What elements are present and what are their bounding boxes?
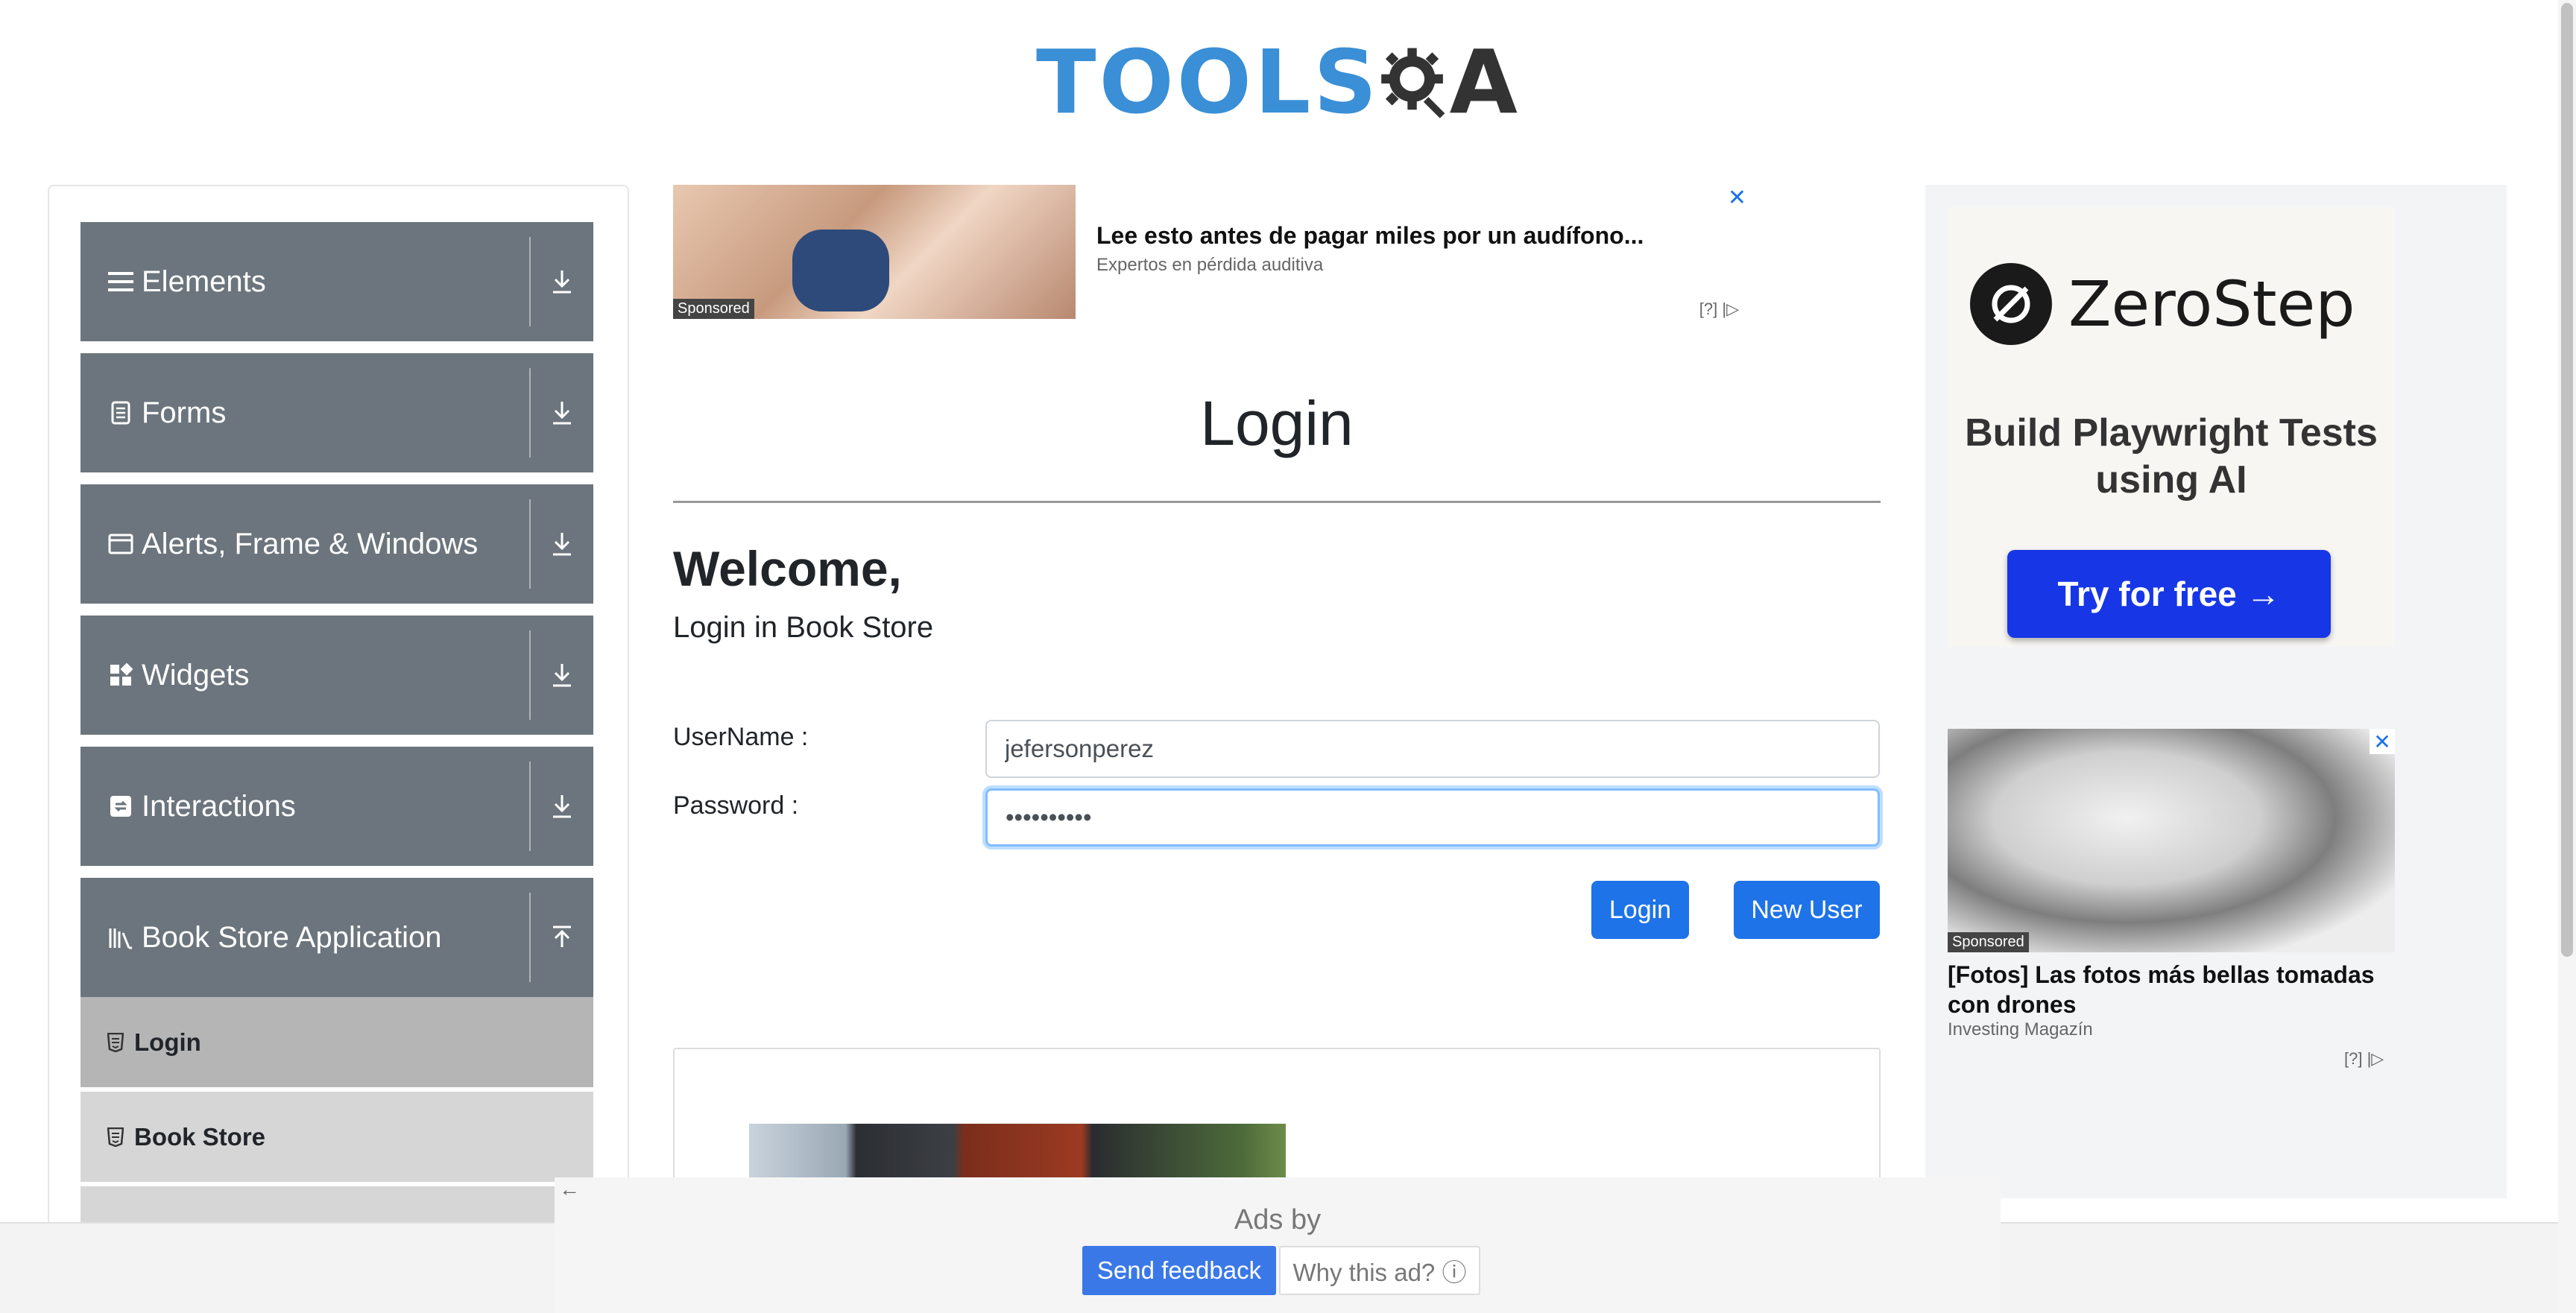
close-icon[interactable]: ✕ <box>1728 185 1746 211</box>
password-label: Password : <box>673 791 799 820</box>
sidebar-group-label: Forms <box>142 396 227 429</box>
sponsored-badge: Sponsored <box>673 299 754 319</box>
ad-source: Expertos en pérdida auditiva <box>1096 255 1324 275</box>
sponsored-badge: Sponsored <box>1948 932 2029 952</box>
login-subheading: Login in Book Store <box>673 611 934 644</box>
sidebar-item-label: Login <box>134 1028 201 1056</box>
html5-icon <box>104 1126 127 1148</box>
html5-icon <box>104 1031 127 1054</box>
username-label: UserName : <box>673 723 809 751</box>
download-icon[interactable] <box>531 353 593 472</box>
ad-title[interactable]: Lee esto antes de pagar miles por un aud… <box>1096 222 1644 250</box>
window-icon <box>107 531 134 557</box>
send-feedback-button[interactable]: Send feedback <box>1082 1246 1276 1295</box>
try-for-free-button[interactable]: Try for free → <box>2007 550 2331 638</box>
welcome-heading: Welcome, <box>673 541 902 596</box>
login-button[interactable]: Login <box>1591 881 1689 939</box>
sidebar-group-interactions[interactable]: Interactions <box>80 747 593 866</box>
widgets-icon <box>107 662 134 689</box>
sidebar-group-label: Interactions <box>142 789 296 823</box>
sidebar-group-forms[interactable]: Forms <box>80 353 593 472</box>
download-icon[interactable] <box>531 222 593 341</box>
ad-image[interactable]: Sponsored <box>673 185 1076 319</box>
ad-choices-icon[interactable]: [?] |▷ <box>1699 300 1739 319</box>
drone-photo-ad-image[interactable]: Sponsored ✕ <box>1948 729 2395 952</box>
sidebar-group-widgets[interactable]: Widgets <box>80 616 593 735</box>
new-user-button[interactable]: New User <box>1734 881 1880 939</box>
scrollbar-thumb[interactable] <box>2561 3 2573 957</box>
zerostep-name: ZeroStep <box>2068 268 2355 341</box>
vertical-scrollbar[interactable] <box>2558 0 2576 1313</box>
document-icon <box>107 399 134 426</box>
upload-icon[interactable] <box>531 878 593 997</box>
sidebar-item-book-store[interactable]: Book Store <box>80 1092 593 1184</box>
download-icon[interactable] <box>531 747 593 866</box>
toolsqa-logo[interactable]: TOOLS A <box>1036 22 1521 142</box>
ad-info-label: [?] <box>1699 300 1718 318</box>
hearing-aid-image <box>792 230 889 311</box>
sidebar-group-label: Elements <box>142 265 266 298</box>
logo-tools-text: TOOLS <box>1036 31 1380 133</box>
ad-choices-icon[interactable]: [?] |▷ <box>2344 1049 2384 1069</box>
ad-tagline: Build Playwright Tests using AI <box>1965 411 2378 502</box>
sidebar-group-label: Alerts, Frame & Windows <box>142 527 479 560</box>
username-input[interactable] <box>985 720 1880 778</box>
zerostep-ad[interactable]: ZeroStep Build Playwright Tests using AI… <box>1948 207 2395 647</box>
sidebar-item-label: Book Store <box>134 1122 266 1151</box>
sidebar-group-elements[interactable]: Elements <box>80 222 593 341</box>
right-ad-panel: ZeroStep Build Playwright Tests using AI… <box>1925 185 2507 1198</box>
top-ad-banner[interactable]: Sponsored Lee esto antes de pagar miles … <box>673 185 1761 319</box>
sidebar-group-label: Book Store Application <box>142 920 442 954</box>
sidebar: Elements Forms Alerts, Frame & Windows W… <box>48 185 629 1246</box>
why-this-ad-button[interactable]: Why this ad? ⓘ <box>1279 1246 1480 1295</box>
sidebar-group-book-store-application[interactable]: Book Store Application <box>80 878 593 997</box>
sidebar-group-alerts[interactable]: Alerts, Frame & Windows <box>80 484 593 604</box>
gear-magnifier-icon <box>1381 48 1445 118</box>
download-icon[interactable] <box>531 484 593 604</box>
sidebar-group-label: Widgets <box>142 658 250 692</box>
zerostep-logo-icon <box>1970 263 2052 345</box>
page-title: Login <box>1200 388 1354 458</box>
hamburger-icon <box>107 268 134 295</box>
back-arrow-icon[interactable]: ← <box>559 1177 580 1201</box>
library-icon <box>107 924 134 951</box>
close-icon[interactable]: ✕ <box>2370 729 2395 754</box>
ads-by-panel: ← Ads by Send feedback Why this ad? ⓘ <box>555 1177 2001 1313</box>
ad-info-label: [?] <box>2344 1049 2363 1068</box>
password-input[interactable] <box>985 788 1880 847</box>
divider <box>673 501 1881 503</box>
ad-title[interactable]: [Fotos] Las fotos más bellas tomadas con… <box>1948 960 2395 1019</box>
ad-source: Investing Magazín <box>1948 1019 2093 1040</box>
logo-a-text: A <box>1449 31 1521 133</box>
interactions-icon <box>107 793 134 820</box>
page: TOOLS A Elements Forms Alerts, Frame & W… <box>0 0 2576 1313</box>
ads-by-label: Ads by <box>1234 1204 1322 1236</box>
zerostep-brand: ZeroStep <box>1970 263 2355 345</box>
sidebar-item-login[interactable]: Login <box>80 997 593 1089</box>
download-icon[interactable] <box>531 616 593 735</box>
